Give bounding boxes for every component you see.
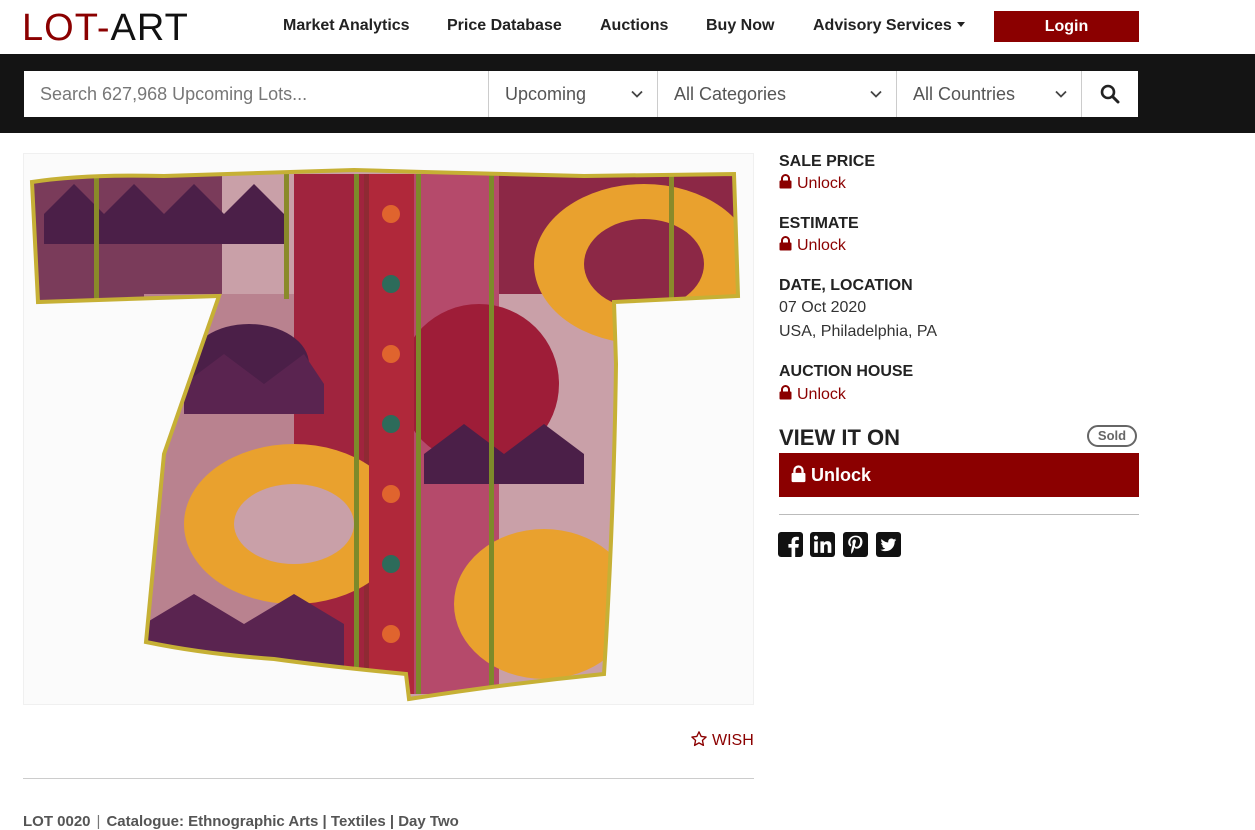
unlock-button-label: Unlock xyxy=(811,465,872,485)
estimate-label: ESTIMATE xyxy=(779,215,859,232)
search-icon xyxy=(1100,84,1120,104)
category-select-value: All Categories xyxy=(674,84,787,104)
sale-price-label: SALE PRICE xyxy=(779,153,876,170)
divider xyxy=(23,778,754,779)
unlock-label: Unlock xyxy=(797,237,846,254)
lot-info-line: LOT 0020 | Catalogue: Ethnographic Arts | … xyxy=(23,813,459,830)
status-select-value: Upcoming xyxy=(505,84,587,104)
chevron-down-icon xyxy=(870,90,882,98)
linkedin-icon[interactable] xyxy=(810,532,835,557)
nav-buy-now[interactable]: Buy Now xyxy=(706,16,774,36)
unlock-label: Unlock xyxy=(797,175,846,192)
nav-advisory-label: Advisory Services xyxy=(813,17,952,34)
date-location-label: DATE, LOCATION xyxy=(779,277,913,294)
chevron-down-icon xyxy=(1055,90,1067,98)
lock-icon xyxy=(779,385,792,400)
lock-icon xyxy=(779,174,792,189)
status-badge: Sold xyxy=(1087,425,1137,447)
star-icon xyxy=(691,731,707,747)
sale-location: USA, Philadelphia, PA xyxy=(779,323,938,340)
auction-house-unlock-link[interactable]: Unlock xyxy=(779,385,846,405)
nav-advisory-services[interactable]: Advisory Services xyxy=(813,16,965,36)
country-select-value: All Countries xyxy=(913,84,1016,104)
status-select[interactable]: Upcoming xyxy=(488,71,657,117)
search-bar: Upcoming All Categories All Countries xyxy=(0,54,1255,133)
wish-label: WISH xyxy=(712,732,754,749)
caret-down-icon xyxy=(956,21,965,27)
nav-market-analytics[interactable]: Market Analytics xyxy=(283,16,410,36)
logo-dash: - xyxy=(96,7,111,49)
view-it-on-unlock-button[interactable]: Unlock xyxy=(779,453,1139,497)
twitter-icon[interactable] xyxy=(876,532,901,557)
search-button[interactable] xyxy=(1081,71,1138,117)
estimate-unlock-link[interactable]: Unlock xyxy=(779,236,846,256)
chevron-down-icon xyxy=(631,90,643,98)
logo-text-art: ART xyxy=(110,7,189,49)
ikat-robe-image xyxy=(24,154,753,704)
lock-icon xyxy=(779,236,792,251)
top-navbar: LOT-ART Market Analytics Price Database … xyxy=(0,0,1255,54)
view-it-on-heading: VIEW IT ON xyxy=(779,425,900,450)
sale-price-unlock-link[interactable]: Unlock xyxy=(779,174,846,194)
category-select[interactable]: All Categories xyxy=(657,71,896,117)
search-input[interactable] xyxy=(24,71,488,117)
auction-house-label: AUCTION HOUSE xyxy=(779,363,914,380)
login-button[interactable]: Login xyxy=(994,11,1139,42)
unlock-label: Unlock xyxy=(797,386,846,403)
nav-price-database[interactable]: Price Database xyxy=(447,16,562,36)
lock-icon xyxy=(791,465,806,483)
sale-date: 07 Oct 2020 xyxy=(779,299,867,316)
catalogue-link[interactable]: Catalogue: Ethnographic Arts | Textiles … xyxy=(106,813,458,830)
divider xyxy=(779,514,1139,515)
nav-auctions[interactable]: Auctions xyxy=(600,16,668,36)
facebook-icon[interactable] xyxy=(778,532,803,557)
logo-text-lot: LOT xyxy=(22,7,97,49)
country-select[interactable]: All Countries xyxy=(896,71,1081,117)
site-logo[interactable]: LOT-ART xyxy=(22,8,189,48)
separator: | xyxy=(96,813,101,830)
lot-image[interactable] xyxy=(23,153,754,705)
pinterest-icon[interactable] xyxy=(843,532,868,557)
lot-number: LOT 0020 xyxy=(23,813,91,830)
wish-button[interactable]: WISH xyxy=(690,730,754,751)
